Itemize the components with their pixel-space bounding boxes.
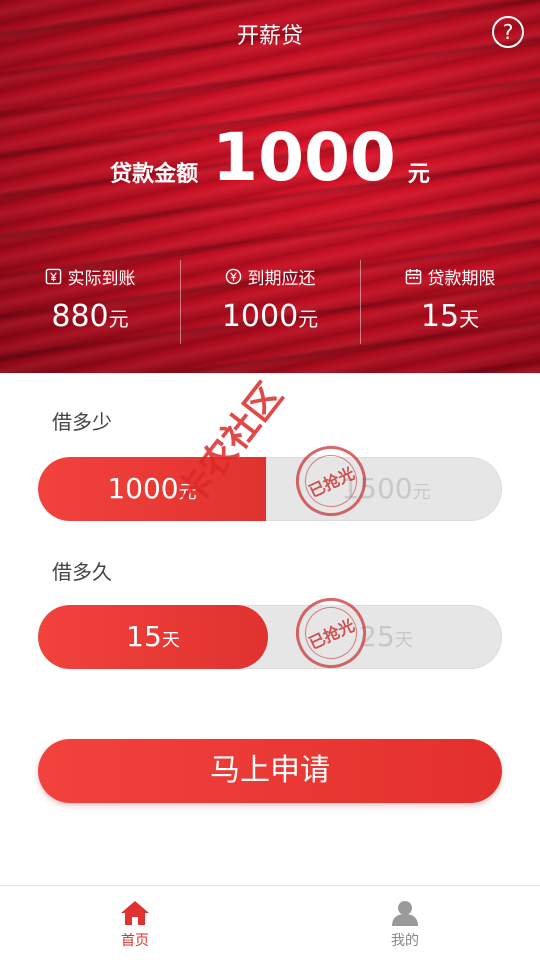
stat-unit: 元 <box>108 307 129 331</box>
amount-unit: 元 <box>407 162 430 187</box>
term-option-15[interactable]: 15天 <box>38 605 268 669</box>
bottom-tab-bar: 首页 我的 <box>0 885 540 960</box>
stat-value: 880 <box>51 299 109 334</box>
tab-label: 首页 <box>121 933 149 949</box>
option-value: 15 <box>126 620 162 653</box>
loan-amount-display: 贷款金额 1000 元 <box>0 118 540 198</box>
amount-value: 1000 <box>212 119 396 196</box>
app-title: 开薪贷 <box>236 24 303 49</box>
term-selector[interactable]: 15天 25天 <box>38 605 502 669</box>
loan-stats: 实际到账 880元 到期应还 1000元 贷款期限 15天 <box>0 258 540 348</box>
amount-option-1000[interactable]: 1000元 <box>38 457 266 521</box>
stat-value: 15 <box>420 299 460 334</box>
calendar-icon <box>405 268 421 285</box>
tab-label: 我的 <box>391 933 419 949</box>
term-question: 借多久 <box>52 560 112 584</box>
option-unit: 元 <box>412 482 431 503</box>
option-value: 1000 <box>107 472 179 505</box>
option-unit: 天 <box>161 630 180 651</box>
home-icon <box>121 901 149 925</box>
user-icon <box>392 901 418 926</box>
option-unit: 元 <box>178 482 197 503</box>
header-banner: 开薪贷 ? 贷款金额 1000 元 实际到账 880元 到期应还 1000元 贷… <box>0 0 540 373</box>
amount-question: 借多少 <box>52 410 112 434</box>
yen-receipt-icon <box>45 268 61 285</box>
stat-unit: 元 <box>298 307 319 331</box>
stat-label: 实际到账 <box>67 269 136 289</box>
amount-label: 贷款金额 <box>110 162 199 187</box>
apply-button[interactable]: 马上申请 <box>38 739 502 803</box>
tab-me[interactable]: 我的 <box>270 886 540 960</box>
stat-repay: 到期应还 1000元 <box>180 258 360 348</box>
amount-selector[interactable]: 1000元 1500元 <box>38 457 502 521</box>
yen-coin-icon <box>225 268 241 285</box>
tab-home[interactable]: 首页 <box>0 886 270 960</box>
stat-received: 实际到账 880元 <box>0 258 180 348</box>
stat-value: 1000 <box>221 299 299 334</box>
help-icon[interactable]: ? <box>492 16 524 48</box>
option-unit: 天 <box>394 630 413 651</box>
stat-label: 到期应还 <box>247 269 316 289</box>
stat-unit: 天 <box>459 307 480 331</box>
stat-term: 贷款期限 15天 <box>360 258 540 348</box>
stat-label: 贷款期限 <box>427 269 496 289</box>
